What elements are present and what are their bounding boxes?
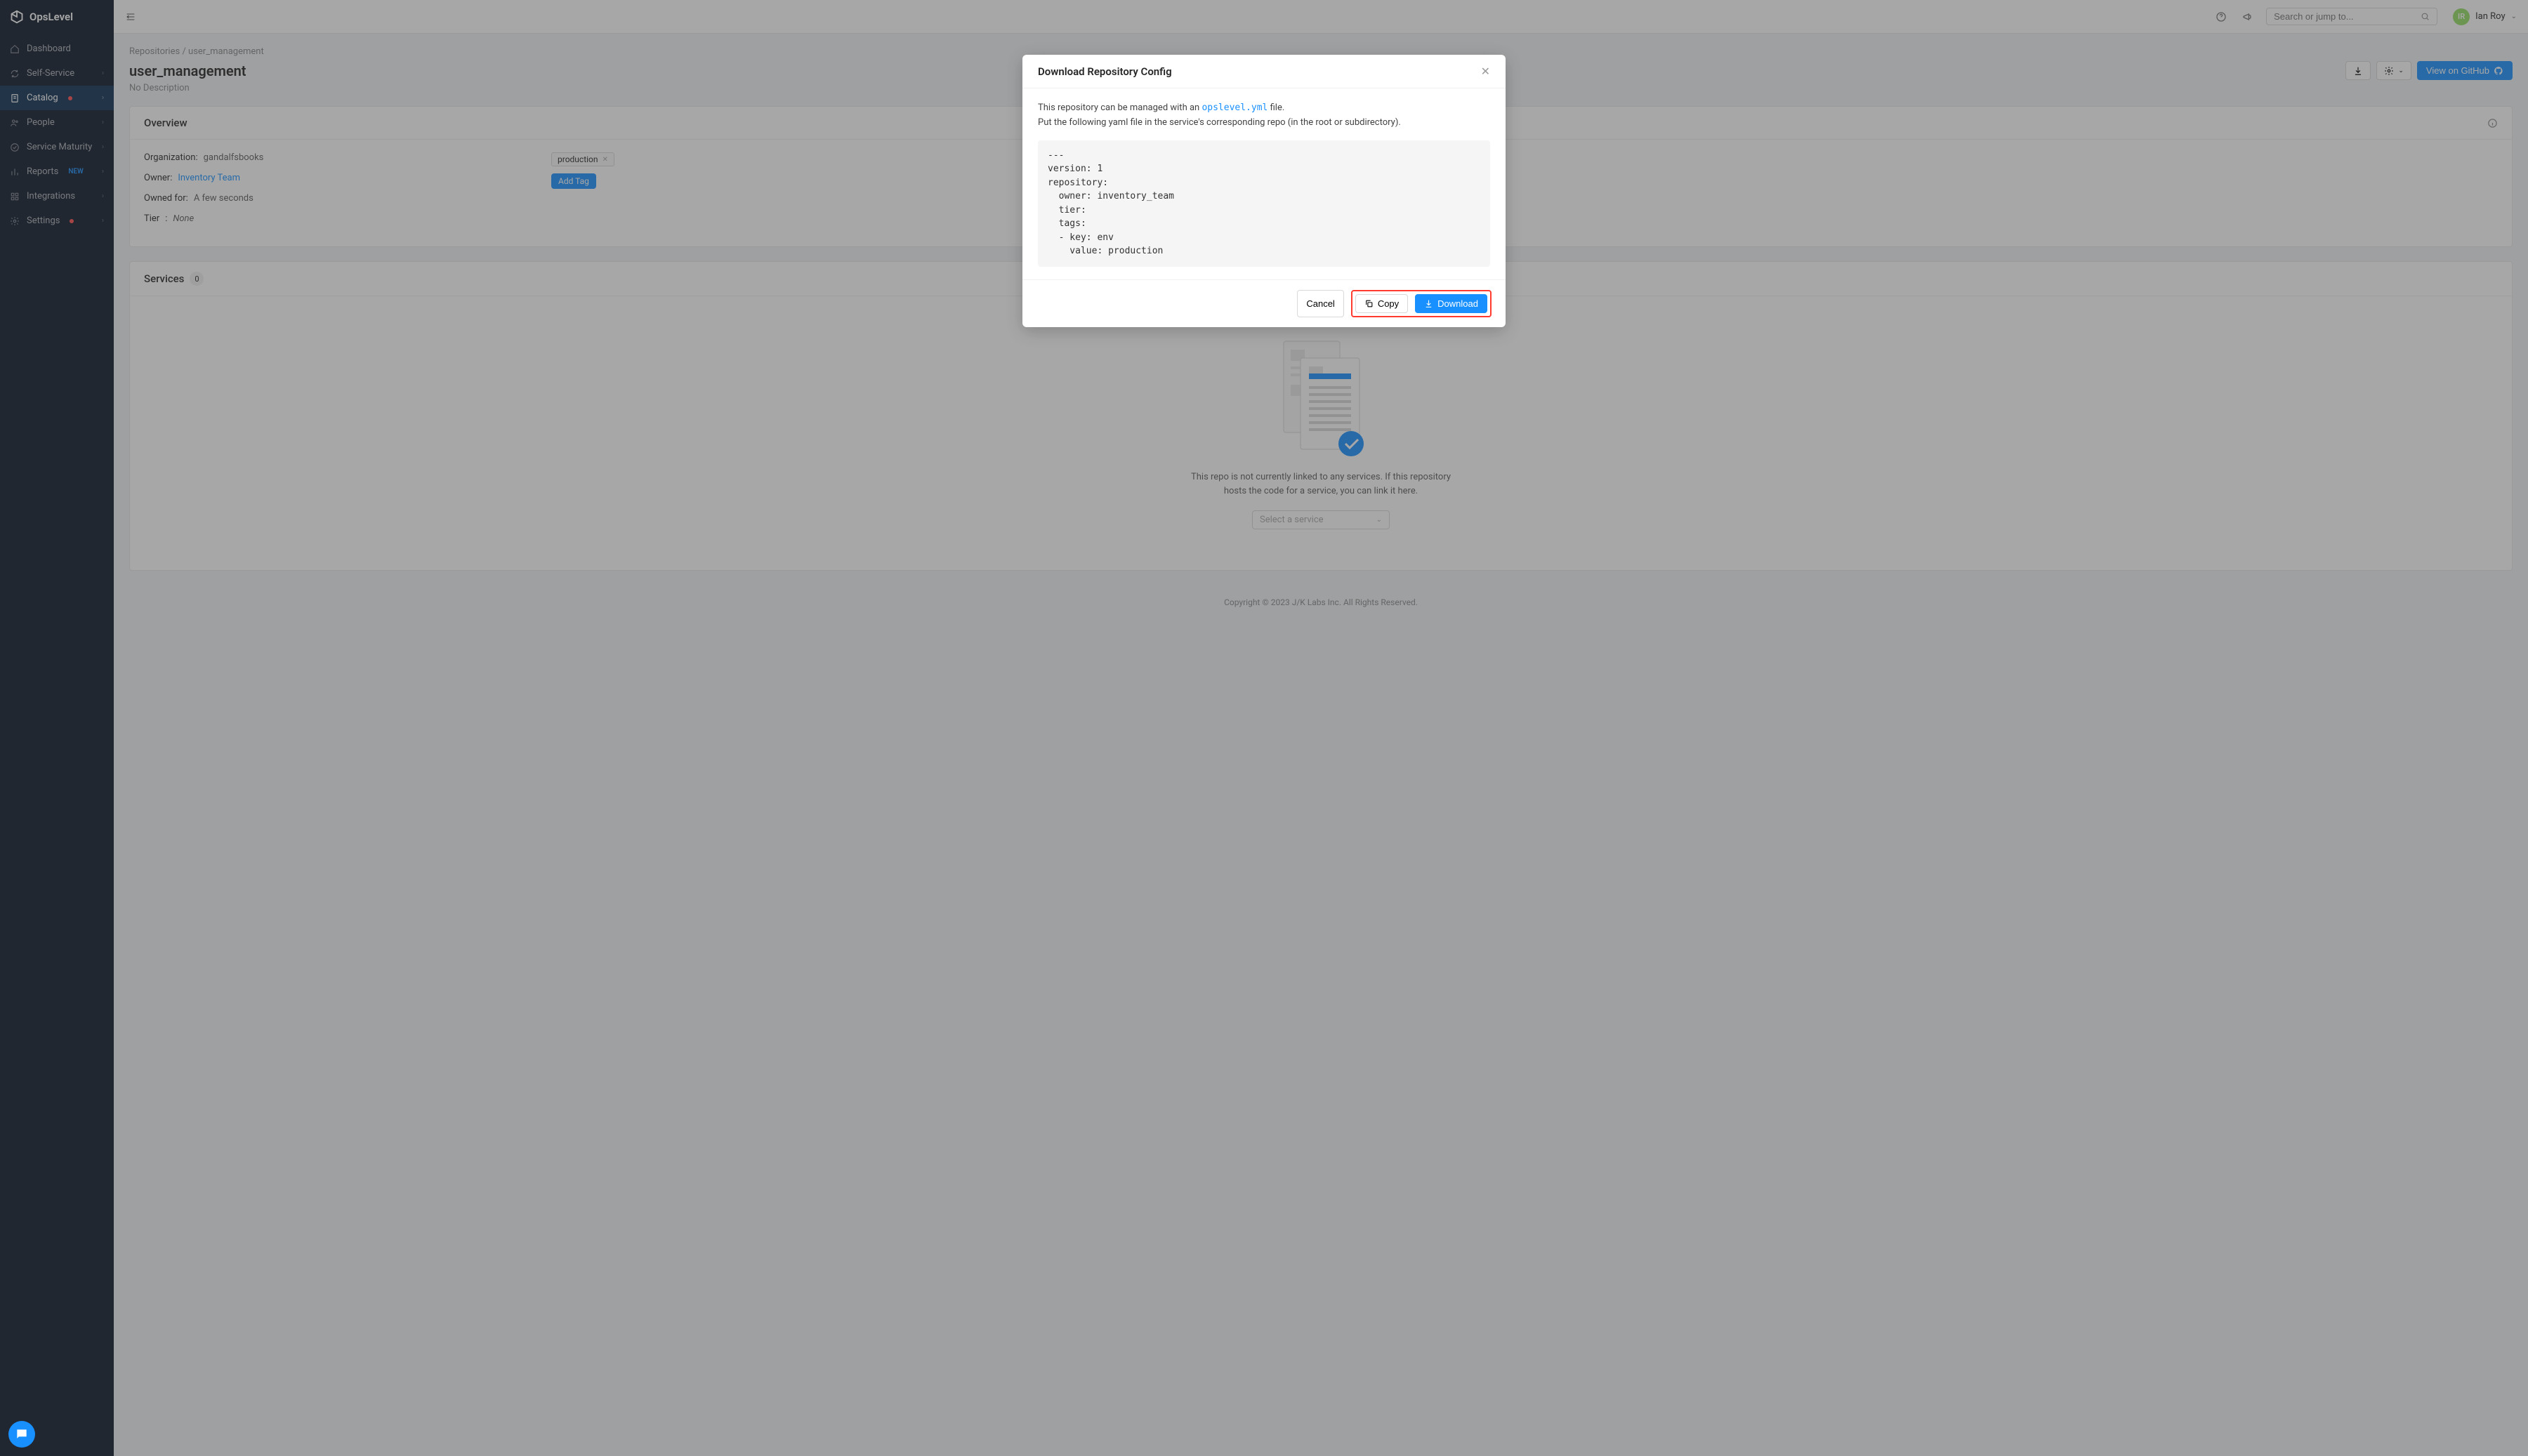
modal-intro: This repository can be managed with an o… xyxy=(1038,101,1490,116)
chat-widget[interactable] xyxy=(8,1421,35,1448)
download-button[interactable]: Download xyxy=(1415,294,1487,313)
highlighted-actions: Copy Download xyxy=(1351,290,1492,317)
copy-button[interactable]: Copy xyxy=(1355,294,1408,313)
chat-icon xyxy=(15,1427,29,1441)
modal-intro-line2: Put the following yaml file in the servi… xyxy=(1038,116,1490,131)
modal-overlay[interactable]: Download Repository Config ✕ This reposi… xyxy=(0,0,2528,1456)
modal-title: Download Repository Config xyxy=(1038,65,1172,78)
copy-icon xyxy=(1364,299,1374,308)
download-config-modal: Download Repository Config ✕ This reposi… xyxy=(1022,55,1506,327)
close-icon[interactable]: ✕ xyxy=(1481,65,1490,78)
yaml-code-block[interactable]: --- version: 1 repository: owner: invent… xyxy=(1038,140,1490,267)
download-icon xyxy=(1424,299,1433,308)
cancel-button[interactable]: Cancel xyxy=(1297,290,1343,317)
opslevel-yml-link[interactable]: opslevel.yml xyxy=(1202,102,1268,113)
